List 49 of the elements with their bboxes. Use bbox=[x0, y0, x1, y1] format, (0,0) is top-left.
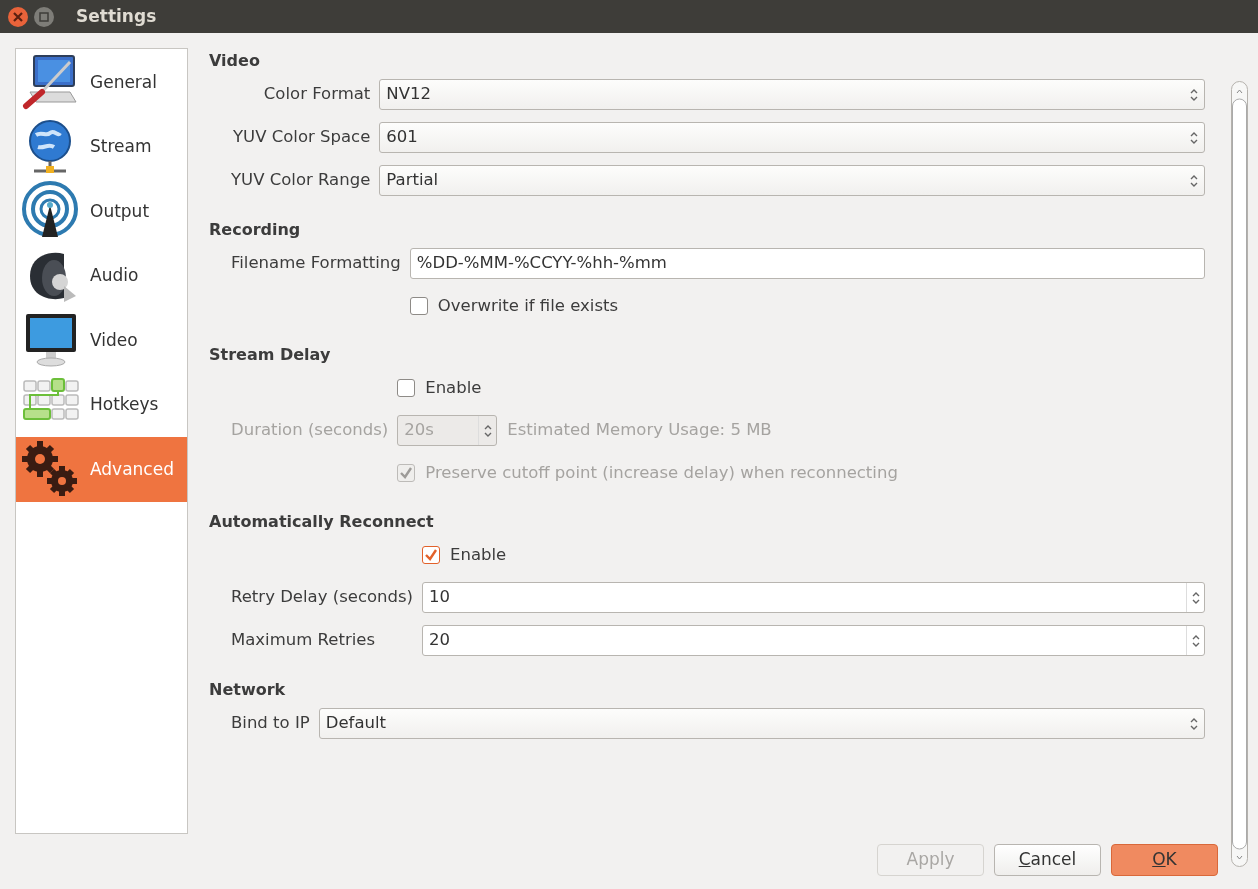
checkbox-label: Preserve cutoff point (increase delay) when reconnecting bbox=[425, 461, 898, 484]
up-down-arrows-icon bbox=[483, 423, 492, 438]
dropdown[interactable]: NV12 bbox=[379, 79, 1205, 110]
field-label: YUV Color Space bbox=[233, 126, 371, 149]
field-label: YUV Color Range bbox=[231, 169, 371, 192]
sidebar-item[interactable]: General bbox=[16, 50, 187, 115]
field-label: Bind to IP bbox=[231, 712, 310, 735]
maximize-button[interactable] bbox=[34, 6, 54, 27]
checkbox[interactable] bbox=[397, 379, 416, 397]
window-title: Settings bbox=[76, 4, 157, 28]
field-label: Duration (seconds) bbox=[231, 419, 389, 442]
close-button[interactable] bbox=[8, 6, 28, 27]
section-title: Video bbox=[209, 50, 261, 72]
up-down-arrows-icon bbox=[1190, 173, 1198, 188]
section-title: Stream Delay bbox=[209, 344, 332, 366]
memory-usage-text: Estimated Memory Usage: 5 MB bbox=[507, 419, 772, 442]
up-down-arrows-icon bbox=[1190, 87, 1198, 102]
field-label: Maximum Retries bbox=[231, 629, 376, 652]
up-down-arrows-icon bbox=[1191, 590, 1200, 605]
section-title: Network bbox=[209, 679, 287, 701]
section-title: Automatically Reconnect bbox=[209, 511, 435, 533]
up-down-arrows-icon bbox=[1190, 130, 1198, 145]
dialog-button[interactable]: OK bbox=[1111, 844, 1218, 876]
spin-box[interactable]: 20 bbox=[422, 625, 1205, 656]
sidebar-item[interactable]: Stream bbox=[16, 114, 187, 179]
checkbox-label: Enable bbox=[450, 543, 507, 566]
sidebar-item[interactable]: Hotkeys bbox=[16, 372, 187, 437]
sidebar-item[interactable]: Video bbox=[16, 308, 187, 373]
dropdown[interactable]: 601 bbox=[379, 122, 1205, 153]
checkbox[interactable] bbox=[422, 546, 440, 564]
field-label: Retry Delay (seconds) bbox=[231, 586, 413, 609]
sidebar-item[interactable]: Output bbox=[16, 179, 187, 244]
sidebar-item[interactable]: Audio bbox=[16, 243, 187, 308]
checkbox-label: Enable bbox=[425, 376, 482, 399]
dialog-button[interactable]: Cancel bbox=[994, 844, 1101, 876]
field-label: Color Format bbox=[263, 83, 371, 106]
dropdown[interactable]: Default bbox=[318, 708, 1205, 739]
square-icon bbox=[39, 11, 49, 22]
scrollbar[interactable] bbox=[1231, 81, 1248, 867]
close-icon bbox=[12, 10, 24, 23]
section-title: Recording bbox=[209, 219, 302, 241]
checkbox[interactable] bbox=[409, 297, 428, 315]
field-label: Filename Formatting bbox=[231, 252, 401, 275]
dropdown[interactable]: Partial bbox=[379, 165, 1205, 196]
up-down-arrows-icon bbox=[1191, 633, 1200, 648]
input-field[interactable]: %DD-%MM-%CCYY-%hh-%mm bbox=[409, 248, 1205, 279]
spin-box[interactable]: 10 bbox=[422, 582, 1205, 613]
up-down-arrows-icon bbox=[1190, 716, 1198, 731]
checkbox-label: Overwrite if file exists bbox=[437, 294, 619, 317]
